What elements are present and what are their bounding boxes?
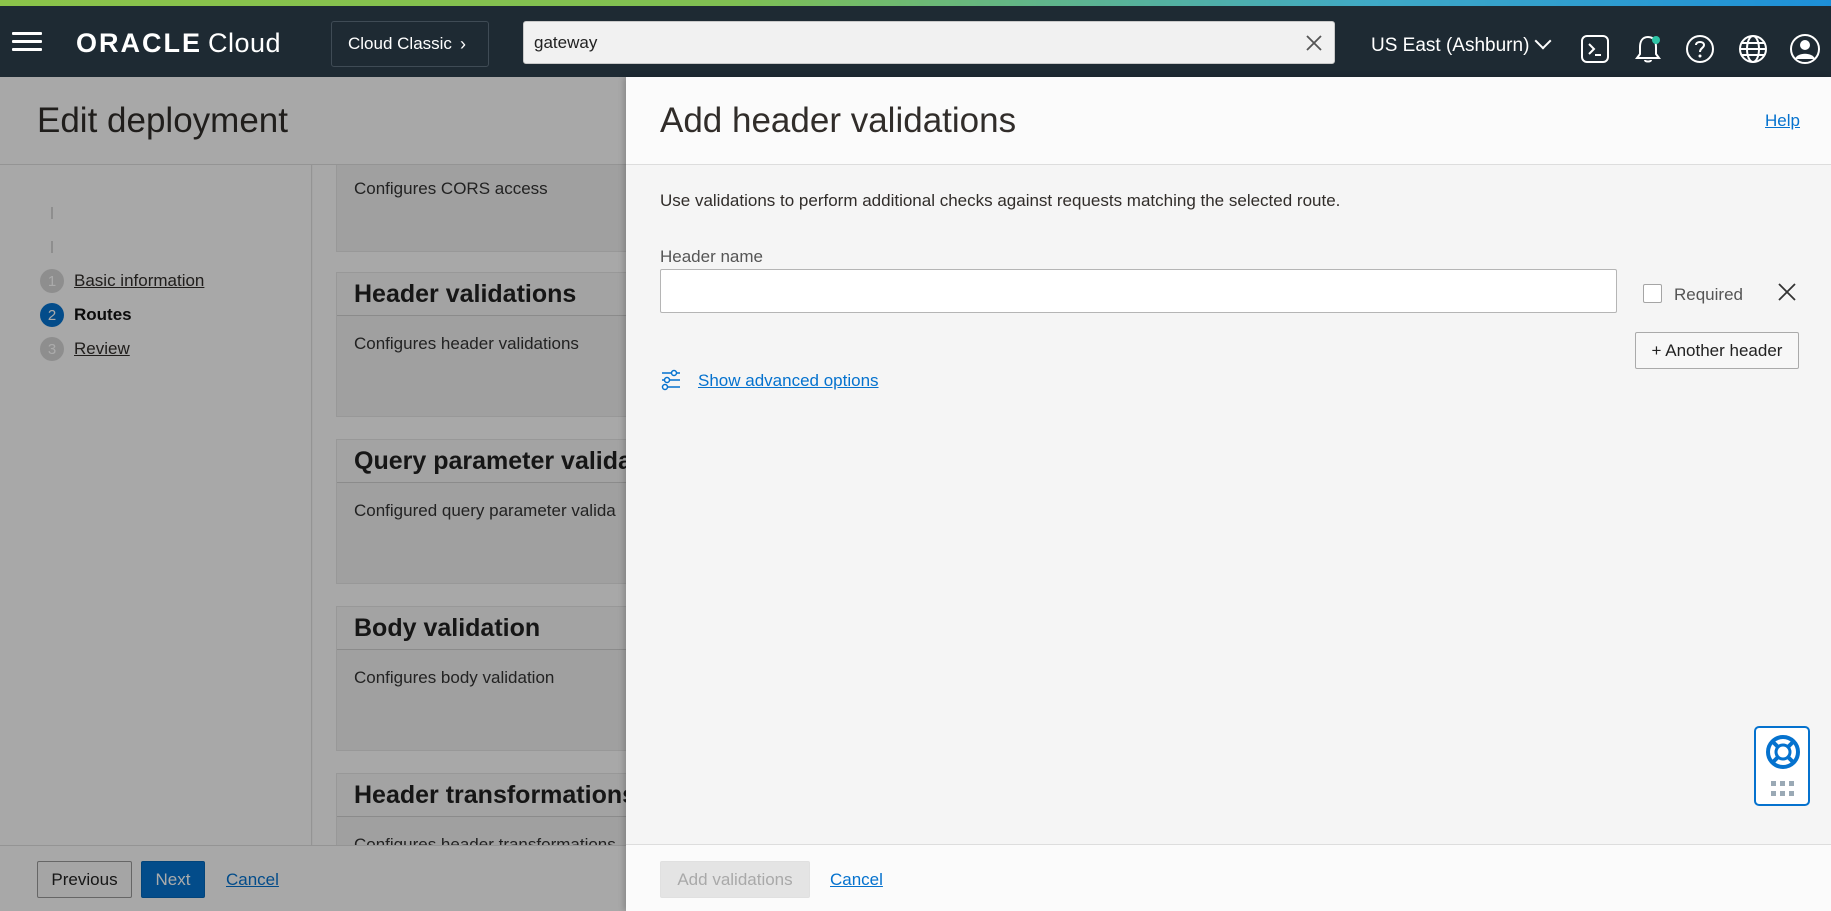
panel-description: Use validations to perform additional ch…	[660, 191, 1341, 210]
help-assistant-widget[interactable]	[1754, 726, 1810, 806]
search-input[interactable]	[524, 22, 1284, 63]
sliders-icon[interactable]	[660, 369, 682, 391]
panel-title: Add header validations	[660, 101, 1017, 140]
region-label: US East (Ashburn)	[1371, 35, 1530, 56]
panel-footer: Add validations Cancel	[626, 844, 1831, 911]
cloud-shell-icon[interactable]	[1579, 33, 1611, 65]
close-icon[interactable]	[1777, 282, 1797, 302]
lifebuoy-icon	[1766, 735, 1800, 769]
globe-icon[interactable]	[1737, 33, 1769, 65]
region-selector[interactable]: US East (Ashburn)	[1371, 32, 1552, 57]
top-navigation-bar: ORACLECloud Cloud Classic › US East (Ash…	[0, 6, 1831, 77]
search-box[interactable]	[523, 21, 1335, 64]
show-advanced-options-link[interactable]: Show advanced options	[698, 371, 879, 391]
header-name-input[interactable]	[660, 269, 1617, 313]
help-icon[interactable]	[1684, 33, 1716, 65]
menu-icon[interactable]	[12, 32, 42, 52]
oracle-cloud-logo[interactable]: ORACLE Cloud	[76, 28, 281, 59]
required-checkbox[interactable]	[1643, 284, 1662, 303]
bell-icon[interactable]	[1632, 33, 1664, 65]
required-label: Required	[1674, 285, 1743, 304]
header-name-label: Header name	[660, 247, 764, 266]
add-header-validations-panel: Add header validations Help Use validati…	[626, 77, 1831, 911]
grid-dots-icon	[1771, 781, 1794, 796]
modal-backdrop[interactable]	[0, 77, 626, 911]
panel-cancel-link[interactable]: Cancel	[830, 870, 883, 890]
add-validations-button[interactable]: Add validations	[660, 861, 810, 898]
another-header-button[interactable]: + Another header	[1635, 332, 1799, 369]
cloud-classic-button[interactable]: Cloud Classic ›	[331, 21, 489, 67]
cloud-classic-label: Cloud Classic	[348, 34, 452, 53]
profile-icon[interactable]	[1789, 33, 1821, 65]
chevron-down-icon	[1534, 32, 1552, 50]
chevron-right-icon: ›	[459, 33, 466, 54]
help-link[interactable]: Help	[1765, 111, 1800, 131]
close-icon[interactable]	[1304, 33, 1324, 53]
panel-header: Add header validations Help	[626, 77, 1831, 165]
